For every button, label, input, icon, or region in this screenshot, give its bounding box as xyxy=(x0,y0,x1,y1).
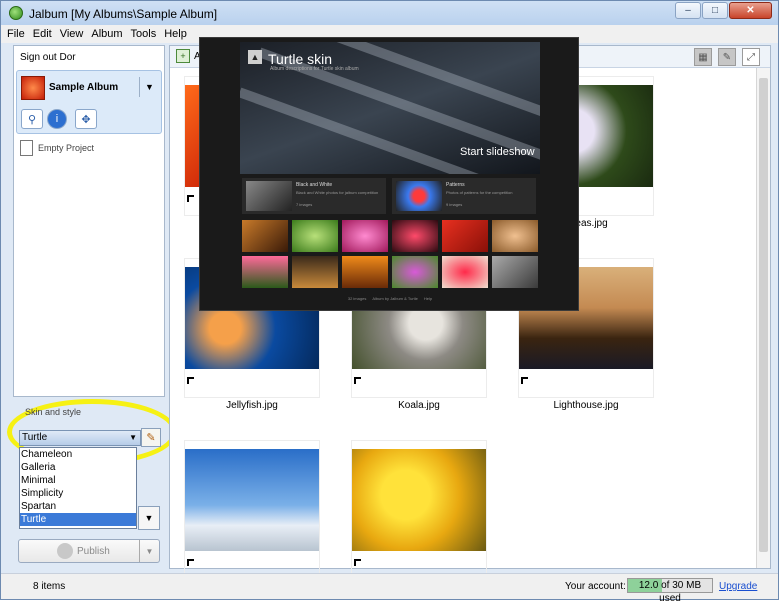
empty-project-item[interactable]: Empty Project xyxy=(20,140,94,156)
preview-thumbnail[interactable] xyxy=(292,256,338,288)
chevron-down-icon: ▼ xyxy=(129,433,137,442)
vertical-scrollbar[interactable] xyxy=(756,68,770,568)
sidebar: Sign out Dor Sample Album ▼ ⚲ i ✥ Empty … xyxy=(13,45,165,397)
storage-usage-bar: 12.0 of 30 MB used xyxy=(627,578,713,604)
menu-album[interactable]: Album xyxy=(91,28,122,40)
preview-folder-bw[interactable]: Black and White Black and White photos f… xyxy=(242,178,386,214)
maximize-button[interactable]: □ xyxy=(702,2,728,19)
skin-select-value: Turtle xyxy=(22,432,48,443)
skin-preview-popup: ▲ Turtle skin Album descriptions for Tur… xyxy=(199,37,579,311)
scrollbar-thumb[interactable] xyxy=(759,78,768,552)
image-caption: Jellyfish.jpg xyxy=(226,400,278,411)
preview-thumbnail[interactable] xyxy=(342,220,388,252)
storage-usage-text: 12.0 of 30 MB used xyxy=(638,580,702,604)
folder-count: 9 images xyxy=(446,202,463,207)
upgrade-link[interactable]: Upgrade xyxy=(719,581,757,592)
edit-view-icon[interactable]: ✎ xyxy=(718,48,736,66)
preview-folder-patterns[interactable]: Patterns Photos of patterns for the comp… xyxy=(392,178,536,214)
shortcut-arrow-icon xyxy=(187,559,194,566)
preview-thumbnail[interactable] xyxy=(492,220,538,252)
folder-name: Black and White xyxy=(296,182,333,188)
document-icon xyxy=(20,140,33,156)
start-slideshow-label[interactable]: Start slideshow xyxy=(460,146,535,158)
preview-footer: 32 images Album by Jalbum & Turtle Help xyxy=(240,296,540,301)
jalbum-window: Jalbum [My Albums\Sample Album] – □ ✕ Fi… xyxy=(0,0,779,604)
publish-label: Publish xyxy=(77,545,110,557)
sign-out-link[interactable]: Sign out Dor xyxy=(20,52,76,63)
add-icon[interactable]: + xyxy=(176,49,190,63)
image-caption: Lighthouse.jpg xyxy=(553,400,619,411)
close-button[interactable]: ✕ xyxy=(729,2,772,19)
preview-thumbnail[interactable] xyxy=(242,256,288,288)
folder-thumbnail xyxy=(246,181,292,211)
preview-thumbnail[interactable] xyxy=(442,220,488,252)
preview-thumbnail[interactable] xyxy=(342,256,388,288)
item-count: 8 items xyxy=(33,581,66,592)
image-thumbnail xyxy=(352,449,486,551)
jalbum-app-icon xyxy=(9,6,23,20)
preview-thumbnail[interactable] xyxy=(392,220,438,252)
preview-thumbnail[interactable] xyxy=(242,220,288,252)
folder-description: Photos of patterns for the competition xyxy=(446,190,513,195)
folder-description: Black and White photos for jalbum compet… xyxy=(296,190,379,195)
shortcut-arrow-icon xyxy=(187,195,194,202)
search-icon[interactable]: ⚲ xyxy=(21,109,43,129)
settings-icon[interactable]: ✥ xyxy=(75,109,97,129)
shortcut-arrow-icon xyxy=(521,377,528,384)
project-label: Empty Project xyxy=(38,143,95,153)
menu-tools[interactable]: Tools xyxy=(131,28,157,40)
album-thumbnail xyxy=(21,76,45,100)
preview-subtitle: Album descriptions for Turtle skin album xyxy=(270,66,359,72)
status-bar: 8 items Your account: 12.0 of 30 MB used… xyxy=(1,573,778,604)
preview-footer-help[interactable]: Help xyxy=(424,296,432,301)
skin-legend: Skin and style xyxy=(25,407,82,417)
skin-edit-icon[interactable]: ✎ xyxy=(141,428,161,447)
preview-thumbnail[interactable] xyxy=(392,256,438,288)
minimize-button[interactable]: – xyxy=(675,2,701,19)
shortcut-arrow-icon xyxy=(354,559,361,566)
menu-help[interactable]: Help xyxy=(164,28,187,40)
skin-dropdown-list: Chameleon Galleria Minimal Simplicity Sp… xyxy=(19,447,137,529)
grid-view-icon[interactable]: ▦ xyxy=(694,48,712,66)
publish-button[interactable]: Publish ▼ xyxy=(18,539,160,563)
menu-view[interactable]: View xyxy=(60,28,84,40)
shortcut-arrow-icon xyxy=(354,377,361,384)
style-dropdown-button[interactable]: ▼ xyxy=(138,506,160,530)
publish-dropdown-icon[interactable]: ▼ xyxy=(139,540,159,562)
image-cell-tulips[interactable] xyxy=(351,440,487,580)
album-dropdown-icon[interactable]: ▼ xyxy=(139,77,159,97)
preview-hero-image: ▲ Turtle skin Album descriptions for Tur… xyxy=(240,42,540,174)
folder-thumbnail xyxy=(396,181,442,211)
title-bar: Jalbum [My Albums\Sample Album] – □ ✕ xyxy=(1,1,778,25)
fullscreen-icon[interactable]: ⤢ xyxy=(742,48,760,66)
skin-option-spartan[interactable]: Spartan xyxy=(20,500,136,513)
account-label: Your account: xyxy=(565,581,626,592)
image-caption: Koala.jpg xyxy=(398,400,440,411)
window-title: Jalbum [My Albums\Sample Album] xyxy=(29,7,218,21)
preview-thumbnail[interactable] xyxy=(492,256,538,288)
album-card[interactable]: Sample Album ▼ ⚲ i ✥ xyxy=(16,70,162,134)
image-thumbnail xyxy=(185,449,319,551)
skin-option-minimal[interactable]: Minimal xyxy=(20,474,136,487)
menu-file[interactable]: File xyxy=(7,28,25,40)
skin-option-simplicity[interactable]: Simplicity xyxy=(20,487,136,500)
preview-thumbnail[interactable] xyxy=(292,220,338,252)
image-cell-penguins[interactable] xyxy=(184,440,320,580)
preview-footer-credit: Album by Jalbum & Turtle xyxy=(372,296,418,301)
skin-select[interactable]: Turtle ▼ xyxy=(19,430,141,446)
skin-option-galleria[interactable]: Galleria xyxy=(20,461,136,474)
skin-option-chameleon[interactable]: Chameleon xyxy=(20,448,136,461)
folder-count: 7 images xyxy=(296,202,313,207)
shortcut-arrow-icon xyxy=(187,377,194,384)
preview-title: Turtle skin xyxy=(268,51,333,67)
preview-footer-count: 32 images xyxy=(347,296,367,301)
info-icon[interactable]: i xyxy=(47,109,67,129)
menu-edit[interactable]: Edit xyxy=(33,28,52,40)
preview-thumbnail[interactable] xyxy=(442,256,488,288)
up-arrow-icon[interactable]: ▲ xyxy=(248,50,262,64)
folder-name: Patterns xyxy=(446,182,465,188)
upload-icon xyxy=(57,543,73,559)
album-name: Sample Album xyxy=(49,82,119,93)
skin-option-turtle[interactable]: Turtle xyxy=(20,513,136,526)
